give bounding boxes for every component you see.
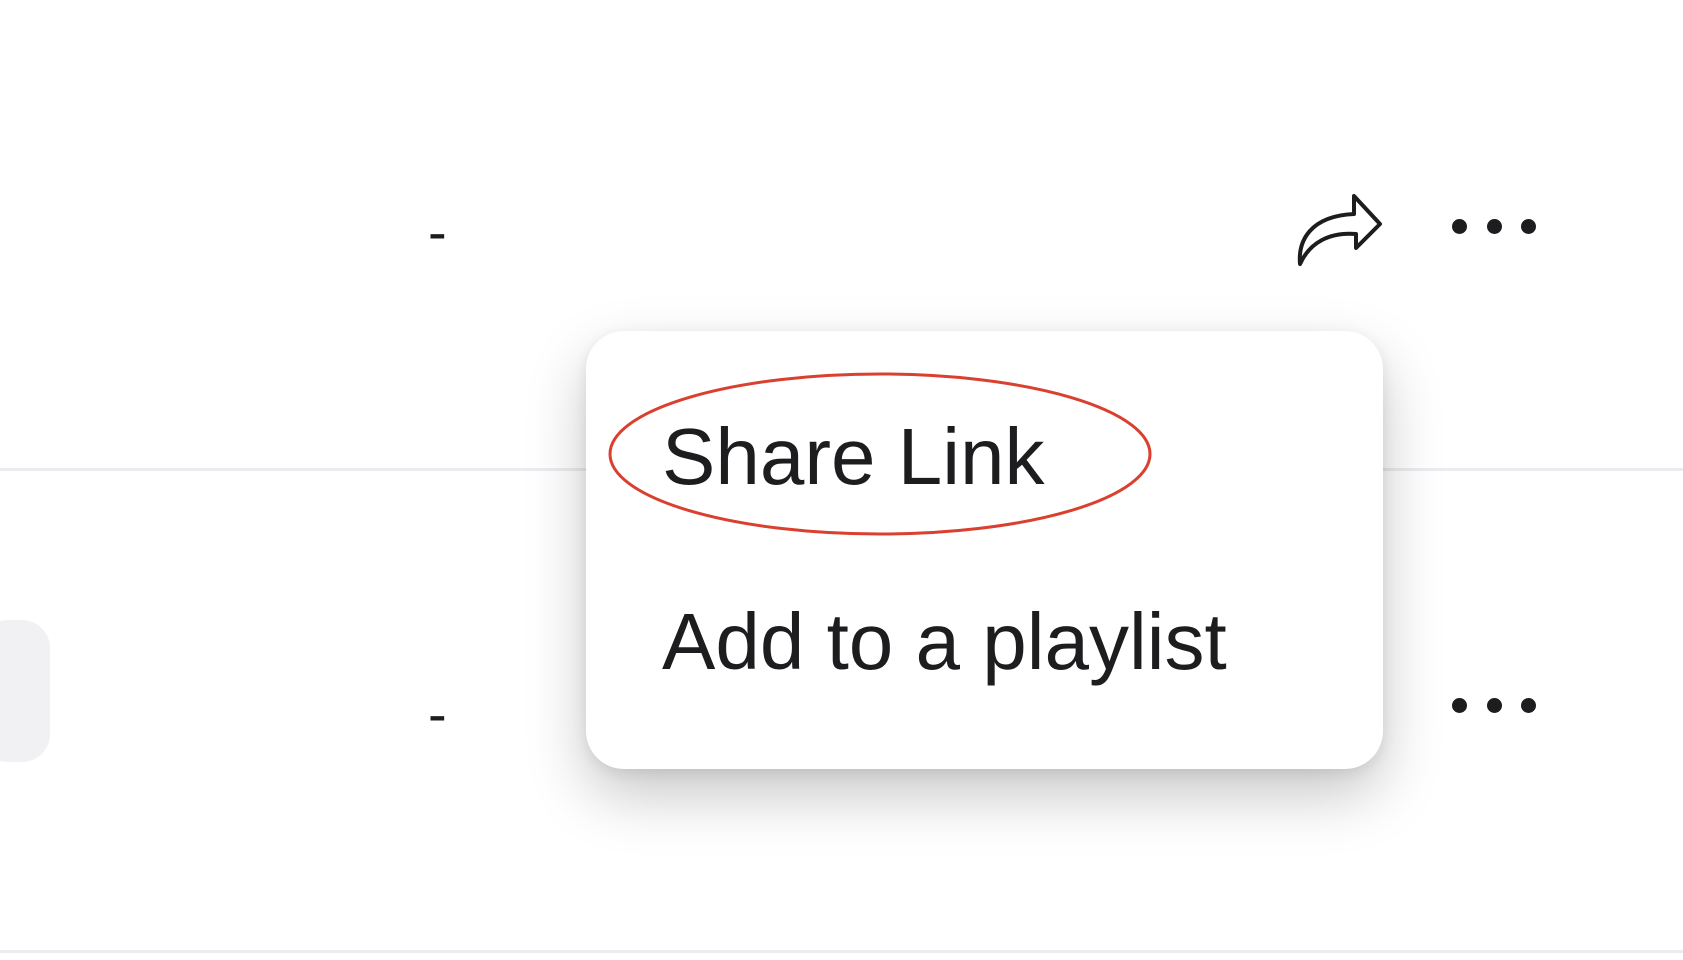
- share-arrow-icon[interactable]: [1296, 186, 1384, 268]
- context-menu: [586, 331, 1383, 769]
- menu-item-add-to-playlist[interactable]: Add to a playlist: [662, 597, 1227, 687]
- row-divider: [0, 950, 1683, 953]
- more-horizontal-icon: [1452, 218, 1467, 234]
- track-list: - - Share Link Add to a playlist: [0, 0, 1683, 960]
- more-horizontal-icon: [1452, 697, 1467, 713]
- track-thumbnail[interactable]: [0, 620, 50, 762]
- menu-item-share-link[interactable]: Share Link: [662, 412, 1044, 502]
- more-options-button[interactable]: [1446, 206, 1542, 246]
- track-row-2-duration: -: [428, 682, 447, 745]
- more-options-button[interactable]: [1446, 685, 1542, 725]
- track-row-1-duration: -: [428, 200, 447, 263]
